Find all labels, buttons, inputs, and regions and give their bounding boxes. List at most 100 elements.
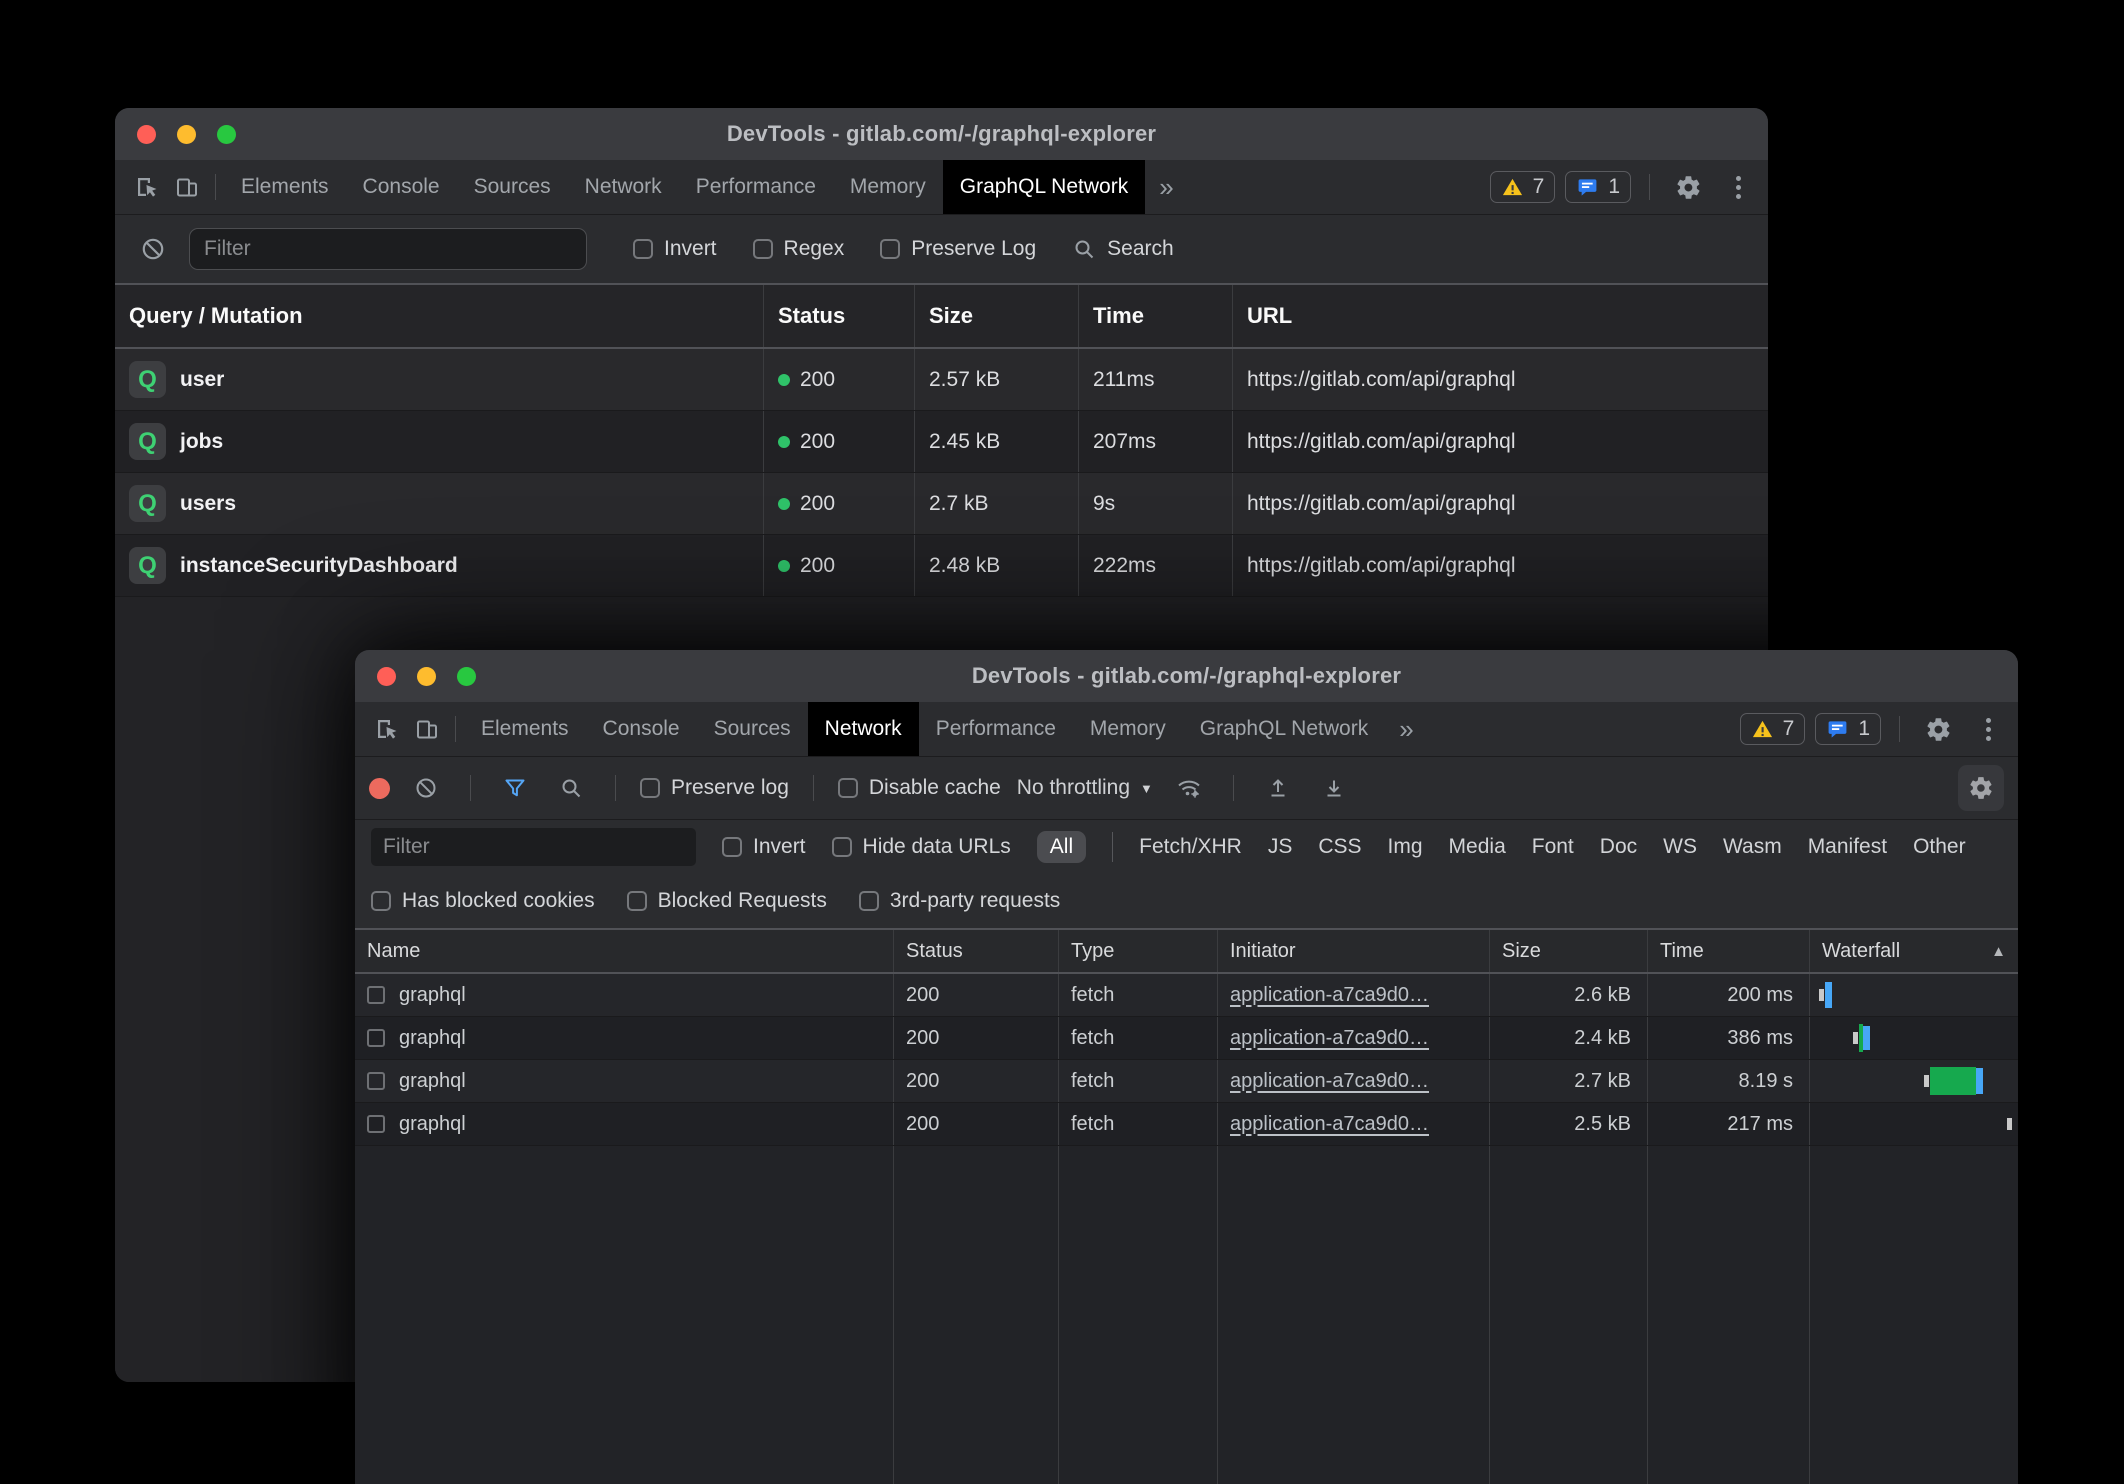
tab-sources[interactable]: Sources <box>697 702 808 756</box>
record-network-log-button[interactable] <box>369 778 390 799</box>
type-filter-img[interactable]: Img <box>1388 835 1423 859</box>
invert-checkbox[interactable] <box>633 239 653 259</box>
tab-elements[interactable]: Elements <box>464 702 586 756</box>
type-filter-font[interactable]: Font <box>1532 835 1574 859</box>
type-filter-fetch-xhr[interactable]: Fetch/XHR <box>1139 835 1242 859</box>
warnings-badge[interactable]: 7 <box>1490 171 1556 203</box>
settings-button[interactable] <box>1668 167 1708 207</box>
tab-performance[interactable]: Performance <box>919 702 1073 756</box>
row-checkbox[interactable] <box>367 1072 385 1090</box>
issues-badge[interactable]: 1 <box>1565 171 1631 203</box>
column-header-url[interactable]: URL <box>1232 285 1768 347</box>
search-network-button[interactable] <box>551 768 591 808</box>
regex-checkbox[interactable] <box>753 239 773 259</box>
close-window-button[interactable] <box>377 667 396 686</box>
kebab-menu-button[interactable] <box>1718 167 1758 207</box>
initiator-link[interactable]: application-a7ca9d0… <box>1230 1113 1429 1136</box>
network-conditions-button[interactable] <box>1169 768 1209 808</box>
minimize-window-button[interactable] <box>177 125 196 144</box>
regex-checkbox-group[interactable]: Regex <box>753 237 845 261</box>
tab-memory[interactable]: Memory <box>833 160 943 214</box>
hide-data-urls-checkbox-group[interactable]: Hide data URLs <box>832 835 1011 859</box>
type-filter-ws[interactable]: WS <box>1663 835 1697 859</box>
initiator-link[interactable]: application-a7ca9d0… <box>1230 984 1429 1007</box>
network-request-row[interactable]: graphql 200 fetch application-a7ca9d0… 2… <box>355 1103 2018 1146</box>
kebab-menu-button[interactable] <box>1968 709 2008 749</box>
tab-performance[interactable]: Performance <box>679 160 833 214</box>
tab-console[interactable]: Console <box>346 160 457 214</box>
initiator-link[interactable]: application-a7ca9d0… <box>1230 1070 1429 1093</box>
table-row[interactable]: Q instanceSecurityDashboard 200 2.48 kB … <box>115 535 1768 597</box>
type-filter-wasm[interactable]: Wasm <box>1723 835 1782 859</box>
type-filter-all[interactable]: All <box>1037 831 1086 863</box>
column-header-name[interactable]: Name <box>355 930 893 972</box>
column-header-status[interactable]: Status <box>763 285 914 347</box>
zoom-window-button[interactable] <box>457 667 476 686</box>
row-checkbox[interactable] <box>367 1115 385 1133</box>
import-har-button[interactable] <box>1258 768 1298 808</box>
tab-network[interactable]: Network <box>808 702 919 756</box>
column-header-status[interactable]: Status <box>893 930 1058 972</box>
export-har-button[interactable] <box>1314 768 1354 808</box>
preserve-log-checkbox-group[interactable]: Preserve Log <box>880 237 1036 261</box>
toggle-device-toolbar-button[interactable] <box>167 167 207 207</box>
throttling-dropdown[interactable]: No throttling ▼ <box>1017 776 1153 800</box>
settings-button[interactable] <box>1918 709 1958 749</box>
network-settings-button[interactable] <box>1958 765 2004 811</box>
column-header-initiator[interactable]: Initiator <box>1217 930 1489 972</box>
close-window-button[interactable] <box>137 125 156 144</box>
tab-network[interactable]: Network <box>568 160 679 214</box>
tab-sources[interactable]: Sources <box>457 160 568 214</box>
more-tabs-button[interactable]: » <box>1385 714 1427 745</box>
network-request-row[interactable]: graphql 200 fetch application-a7ca9d0… 2… <box>355 1060 2018 1103</box>
type-filter-css[interactable]: CSS <box>1318 835 1361 859</box>
column-header-waterfall[interactable]: Waterfall ▲ <box>1809 930 2018 972</box>
type-filter-js[interactable]: JS <box>1268 835 1293 859</box>
type-filter-media[interactable]: Media <box>1449 835 1506 859</box>
type-filter-other[interactable]: Other <box>1913 835 1966 859</box>
blocked-requests-checkbox-group[interactable]: Blocked Requests <box>627 889 827 913</box>
tab-memory[interactable]: Memory <box>1073 702 1183 756</box>
more-tabs-button[interactable]: » <box>1145 172 1187 203</box>
invert-checkbox-group[interactable]: Invert <box>722 835 806 859</box>
has-blocked-cookies-checkbox-group[interactable]: Has blocked cookies <box>371 889 595 913</box>
clear-network-log-button[interactable] <box>406 768 446 808</box>
network-request-row[interactable]: graphql 200 fetch application-a7ca9d0… 2… <box>355 974 2018 1017</box>
type-filter-doc[interactable]: Doc <box>1600 835 1637 859</box>
column-header-time[interactable]: Time <box>1078 285 1232 347</box>
clear-button[interactable] <box>133 229 173 269</box>
tab-graphql-network[interactable]: GraphQL Network <box>943 160 1145 214</box>
invert-checkbox-group[interactable]: Invert <box>633 237 717 261</box>
tab-console[interactable]: Console <box>586 702 697 756</box>
has-blocked-cookies-checkbox[interactable] <box>371 891 391 911</box>
third-party-requests-checkbox-group[interactable]: 3rd-party requests <box>859 889 1060 913</box>
tab-graphql-network[interactable]: GraphQL Network <box>1183 702 1385 756</box>
column-header-time[interactable]: Time <box>1647 930 1809 972</box>
preserve-log-checkbox-group[interactable]: Preserve log <box>640 776 789 800</box>
invert-checkbox[interactable] <box>722 837 742 857</box>
initiator-link[interactable]: application-a7ca9d0… <box>1230 1027 1429 1050</box>
type-filter-manifest[interactable]: Manifest <box>1808 835 1887 859</box>
table-row[interactable]: Q jobs 200 2.45 kB 207ms https://gitlab.… <box>115 411 1768 473</box>
network-filter-input[interactable] <box>371 828 696 866</box>
toggle-device-toolbar-button[interactable] <box>407 709 447 749</box>
network-request-row[interactable]: graphql 200 fetch application-a7ca9d0… 2… <box>355 1017 2018 1060</box>
blocked-requests-checkbox[interactable] <box>627 891 647 911</box>
column-header-size[interactable]: Size <box>1489 930 1647 972</box>
inspect-element-button[interactable] <box>127 167 167 207</box>
row-checkbox[interactable] <box>367 1029 385 1047</box>
row-checkbox[interactable] <box>367 986 385 1004</box>
disable-cache-checkbox[interactable] <box>838 778 858 798</box>
column-header-query-mutation[interactable]: Query / Mutation <box>115 285 763 347</box>
inspect-element-button[interactable] <box>367 709 407 749</box>
preserve-log-checkbox[interactable] <box>880 239 900 259</box>
column-header-size[interactable]: Size <box>914 285 1078 347</box>
tab-elements[interactable]: Elements <box>224 160 346 214</box>
warnings-badge[interactable]: 7 <box>1740 713 1806 745</box>
filter-input[interactable] <box>189 228 587 270</box>
filter-toggle-button[interactable] <box>495 768 535 808</box>
column-header-type[interactable]: Type <box>1058 930 1217 972</box>
preserve-log-checkbox[interactable] <box>640 778 660 798</box>
issues-badge[interactable]: 1 <box>1815 713 1881 745</box>
search-toggle[interactable]: Search <box>1072 237 1174 261</box>
